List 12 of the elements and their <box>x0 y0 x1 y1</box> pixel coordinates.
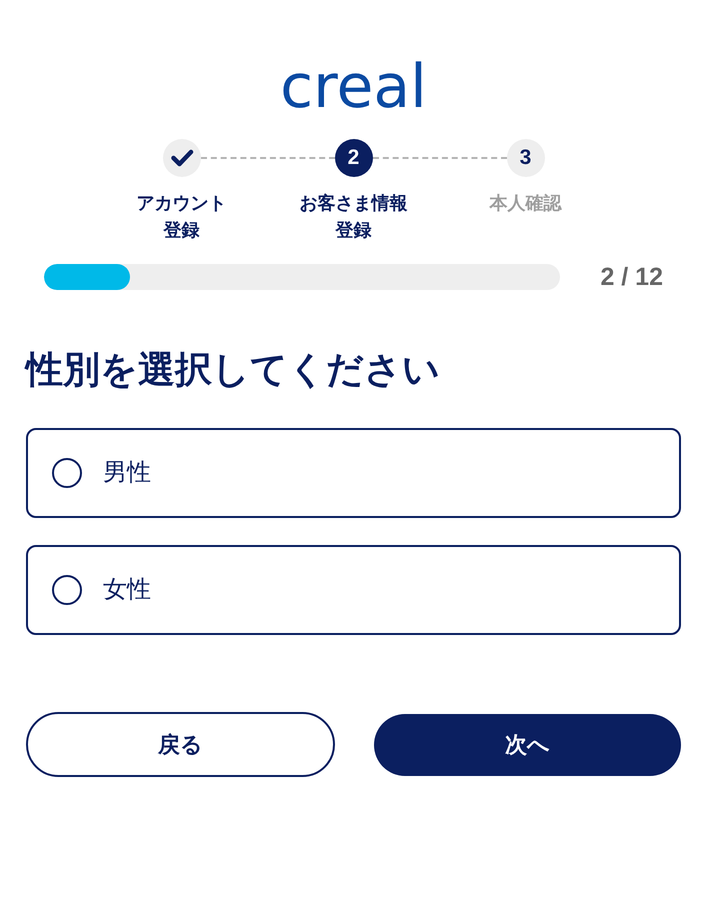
logo: creal <box>280 57 427 117</box>
back-button[interactable]: 戻る <box>26 712 335 778</box>
radio-option[interactable]: 男性 <box>26 428 681 518</box>
step-label: アカウント 登録 <box>136 192 226 242</box>
next-button[interactable]: 次へ <box>374 714 681 776</box>
step-number: 3 <box>506 139 544 177</box>
radio-option[interactable]: 女性 <box>26 545 681 636</box>
step-label: お客さま情報 登録 <box>300 192 408 242</box>
question-heading: 性別を選択してください <box>26 348 441 392</box>
step-number: 2 <box>334 139 372 177</box>
step-label: 本人確認 <box>490 192 562 215</box>
progress-count: 2 / 12 <box>600 264 663 290</box>
